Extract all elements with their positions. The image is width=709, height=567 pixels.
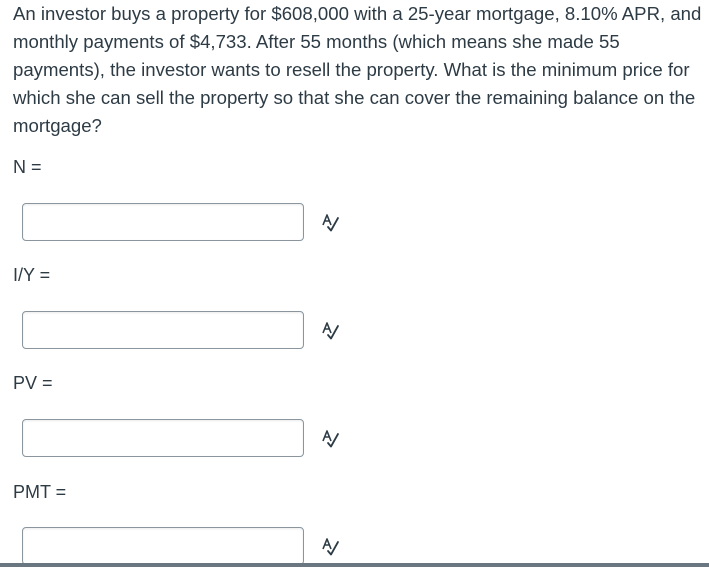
spellcheck-icon[interactable] xyxy=(320,212,342,234)
pmt-input[interactable] xyxy=(22,527,304,565)
pv-input[interactable] xyxy=(22,419,304,457)
bottom-divider xyxy=(0,563,709,567)
iy-input[interactable] xyxy=(22,311,304,349)
pv-label: PV = xyxy=(13,373,53,393)
pmt-label: PMT = xyxy=(13,482,67,502)
question-text: An investor buys a property for $608,000… xyxy=(13,3,702,136)
spellcheck-icon[interactable] xyxy=(320,536,342,558)
n-input[interactable] xyxy=(22,203,304,241)
spellcheck-icon[interactable] xyxy=(320,320,342,342)
n-label: N = xyxy=(13,157,42,177)
iy-label: I/Y = xyxy=(13,265,51,285)
spellcheck-icon[interactable] xyxy=(320,428,342,450)
